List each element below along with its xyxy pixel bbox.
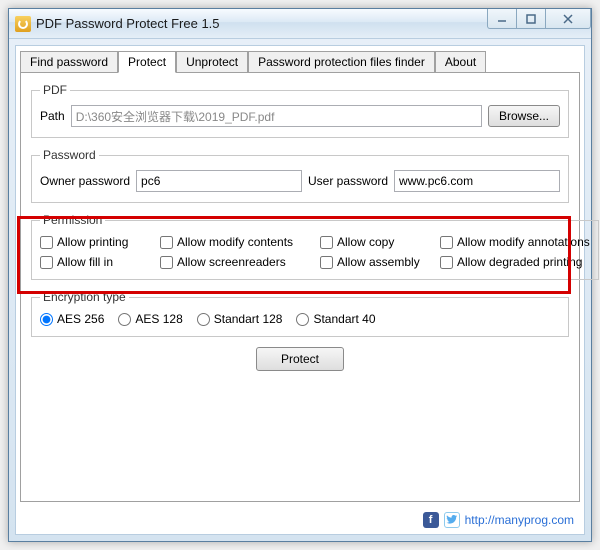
tab-protect[interactable]: Protect — [118, 51, 176, 73]
client-area: Find password Protect Unprotect Password… — [15, 45, 585, 535]
checkbox-allow-assembly[interactable]: Allow assembly — [320, 255, 440, 269]
permission-legend: Permission — [40, 213, 105, 227]
owner-password-input[interactable] — [136, 170, 302, 192]
checkbox-allow-printing[interactable]: Allow printing — [40, 235, 160, 249]
maximize-button[interactable] — [516, 9, 546, 29]
facebook-icon[interactable]: f — [423, 512, 439, 528]
pdf-legend: PDF — [40, 83, 70, 97]
user-password-label: User password — [308, 174, 388, 188]
encryption-legend: Encryption type — [40, 290, 129, 304]
checkbox-allow-modify-contents[interactable]: Allow modify contents — [160, 235, 320, 249]
app-window: PDF Password Protect Free 1.5 Find passw… — [8, 8, 592, 542]
path-input[interactable] — [71, 105, 482, 127]
radio-standart128[interactable]: Standart 128 — [197, 312, 283, 326]
encryption-group: Encryption type AES 256 AES 128 Standart… — [31, 290, 569, 337]
tab-find-password[interactable]: Find password — [20, 51, 118, 73]
checkbox-allow-degraded-printing[interactable]: Allow degraded printing — [440, 255, 590, 269]
password-group: Password Owner password User password — [31, 148, 569, 203]
owner-password-label: Owner password — [40, 174, 130, 188]
checkbox-allow-modify-annotations[interactable]: Allow modify annotations — [440, 235, 590, 249]
checkbox-allow-copy[interactable]: Allow copy — [320, 235, 440, 249]
radio-aes256[interactable]: AES 256 — [40, 312, 104, 326]
titlebar: PDF Password Protect Free 1.5 — [9, 9, 591, 39]
pdf-group: PDF Path Browse... — [31, 83, 569, 138]
minimize-button[interactable] — [487, 9, 517, 29]
window-controls — [488, 9, 591, 38]
password-legend: Password — [40, 148, 99, 162]
twitter-icon[interactable] — [444, 512, 460, 528]
tab-unprotect[interactable]: Unprotect — [176, 51, 248, 73]
permission-group: Permission Allow printing Allow modify c… — [31, 213, 599, 280]
tab-files-finder[interactable]: Password protection files finder — [248, 51, 435, 73]
radio-aes128[interactable]: AES 128 — [118, 312, 182, 326]
checkbox-allow-screenreaders[interactable]: Allow screenreaders — [160, 255, 320, 269]
tab-body-protect: PDF Path Browse... Password Owner passwo… — [20, 72, 580, 502]
user-password-input[interactable] — [394, 170, 560, 192]
path-label: Path — [40, 109, 65, 123]
protect-button[interactable]: Protect — [256, 347, 344, 371]
close-button[interactable] — [545, 9, 591, 29]
tab-bar: Find password Protect Unprotect Password… — [20, 51, 580, 73]
radio-standart40[interactable]: Standart 40 — [296, 312, 375, 326]
window-title: PDF Password Protect Free 1.5 — [36, 16, 488, 31]
app-icon — [15, 16, 31, 32]
browse-button[interactable]: Browse... — [488, 105, 560, 127]
tab-about[interactable]: About — [435, 51, 486, 73]
footer: f http://manyprog.com — [423, 512, 574, 528]
checkbox-allow-fill-in[interactable]: Allow fill in — [40, 255, 160, 269]
footer-link[interactable]: http://manyprog.com — [465, 513, 574, 527]
